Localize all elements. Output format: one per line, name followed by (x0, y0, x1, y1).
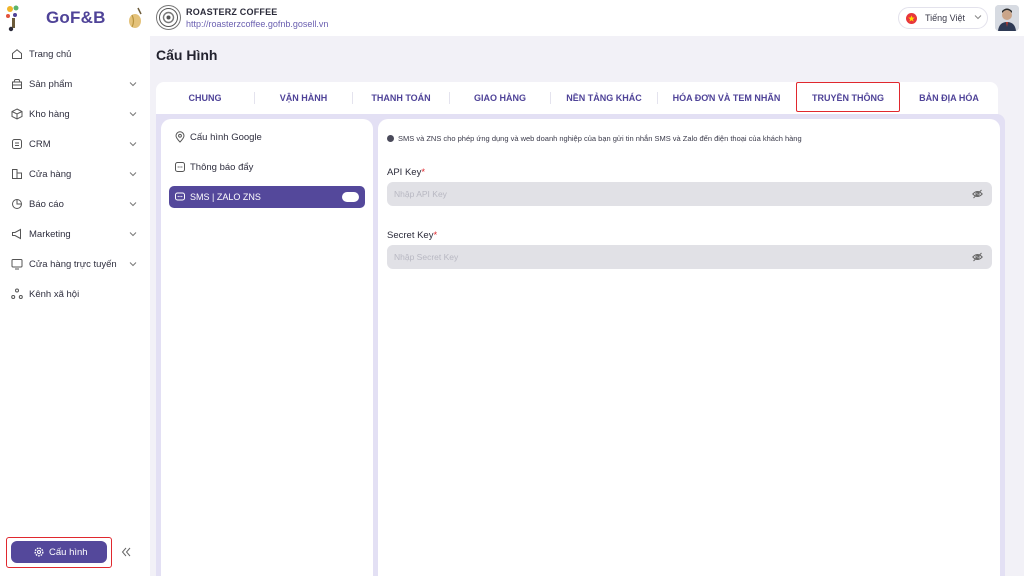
config-highlight-box (6, 537, 112, 568)
secret-key-input[interactable] (387, 245, 967, 269)
sidebar-item-products[interactable]: Sản phẩm (0, 72, 150, 98)
online-store-icon (11, 259, 23, 270)
chevron-down-icon (129, 262, 137, 267)
language-label: Tiếng Việt (925, 13, 966, 23)
eye-slash-icon[interactable] (972, 252, 983, 262)
sidebar-item-inventory[interactable]: Kho hàng (0, 102, 150, 128)
brand-mark-icon (6, 5, 19, 32)
notification-icon (175, 162, 185, 172)
user-avatar[interactable] (995, 5, 1019, 31)
active-tab-highlight-box (796, 82, 900, 112)
sidebar-item-label: Sản phẩm (29, 79, 73, 90)
sidebar-item-crm[interactable]: CRM (0, 132, 150, 158)
sidebar-item-stores[interactable]: Cửa hàng (0, 162, 150, 188)
store-url-link[interactable]: http://roasterzcoffee.gofnb.gosell.vn (186, 19, 328, 29)
chat-icon (175, 192, 185, 201)
submenu-item-push-notification[interactable]: Thông báo đẩy (169, 156, 365, 178)
submenu-item-google-config[interactable]: Cấu hình Google (169, 126, 365, 148)
sidebar-item-label: Báo cáo (29, 199, 64, 210)
product-icon (12, 79, 22, 89)
sidebar-item-label: Trang chủ (29, 49, 72, 60)
chevron-down-icon (129, 232, 137, 237)
communication-submenu: Cấu hình Google Thông báo đẩy SMS | ZALO… (161, 119, 373, 576)
store-logo[interactable] (156, 5, 181, 30)
sidebar: Trang chủ Sản phẩm Kho hàng CRM Cửa hàng… (0, 36, 150, 576)
sms-zns-description: SMS và ZNS cho phép ứng dụng và web doan… (398, 134, 802, 143)
sidebar-item-marketing[interactable]: Marketing (0, 222, 150, 248)
eye-slash-icon[interactable] (972, 189, 983, 199)
page-title: Cấu Hình (156, 47, 218, 63)
sidebar-item-label: Kênh xã hội (29, 289, 80, 300)
submenu-item-sms-zalo[interactable]: SMS | ZALO ZNS (169, 186, 365, 208)
store-name: ROASTERZ COFFEE (186, 7, 278, 17)
chevron-down-icon (129, 112, 137, 117)
tab-delivery[interactable]: GIAO HÀNG (450, 82, 550, 114)
marketing-icon (12, 228, 21, 240)
sidebar-item-label: Kho hàng (29, 109, 70, 120)
chevron-down-icon (974, 15, 982, 20)
info-icon (387, 135, 394, 142)
home-icon (12, 49, 22, 59)
sidebar-item-label: Cửa hàng trực tuyến (29, 259, 117, 270)
sidebar-item-label: Cửa hàng (29, 169, 72, 180)
top-header: GoF&B ROASTERZ COFFEE http://roasterzcof… (0, 0, 1024, 36)
location-pin-icon (175, 131, 185, 143)
store-seal-icon (159, 8, 178, 27)
secret-key-field (387, 245, 992, 269)
brand-name: GoF&B (46, 8, 106, 27)
chevron-down-icon (129, 172, 137, 177)
tab-localization[interactable]: BẢN ĐỊA HÓA (900, 82, 998, 114)
store-icon (12, 169, 22, 179)
inventory-icon (11, 108, 23, 120)
required-mark: * (421, 167, 426, 178)
tab-operation[interactable]: VẬN HÀNH (255, 82, 352, 114)
sidebar-item-label: CRM (29, 139, 51, 150)
social-icon (11, 288, 23, 299)
sms-zalo-settings-panel: SMS và ZNS cho phép ứng dụng và web doan… (378, 119, 1000, 576)
sidebar-item-home[interactable]: Trang chủ (0, 42, 150, 68)
brand-logo[interactable]: GoF&B (0, 0, 150, 36)
vietnam-flag-icon (906, 13, 917, 24)
user-photo-icon (995, 5, 1019, 31)
tab-other-platforms[interactable]: NỀN TẢNG KHÁC (551, 82, 657, 114)
tab-invoice-labels[interactable]: HÓA ĐƠN VÀ TEM NHÃN (658, 82, 795, 114)
api-key-field (387, 182, 992, 206)
required-mark: * (433, 230, 438, 241)
coffee-bean-icon (129, 7, 142, 28)
submenu-item-label: Thông báo đẩy (190, 162, 254, 173)
sidebar-item-social[interactable]: Kênh xã hội (0, 282, 150, 308)
report-icon (12, 199, 22, 209)
sidebar-item-online-store[interactable]: Cửa hàng trực tuyến (0, 252, 150, 278)
tab-payment[interactable]: THANH TOÁN (353, 82, 449, 114)
chevron-down-icon (129, 82, 137, 87)
crm-icon (12, 139, 22, 149)
api-key-label: API Key* (387, 167, 426, 178)
secret-key-label: Secret Key* (387, 230, 438, 241)
submenu-item-label: SMS | ZALO ZNS (190, 192, 261, 202)
chevron-down-icon (129, 142, 137, 147)
language-selector[interactable]: Tiếng Việt (898, 7, 988, 29)
tab-general[interactable]: CHUNG (156, 82, 254, 114)
submenu-item-label: Cấu hình Google (190, 132, 262, 143)
chevron-down-icon (129, 202, 137, 207)
collapse-sidebar-icon[interactable] (118, 544, 134, 560)
sidebar-item-label: Marketing (29, 229, 71, 240)
api-key-input[interactable] (387, 182, 967, 206)
sidebar-item-reports[interactable]: Báo cáo (0, 192, 150, 218)
sms-zalo-toggle[interactable] (342, 192, 359, 202)
